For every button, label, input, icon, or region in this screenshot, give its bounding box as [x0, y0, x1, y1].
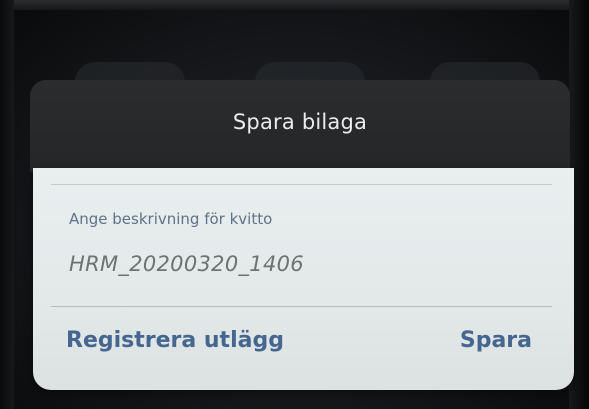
- phone-bezel-left: [0, 0, 14, 409]
- register-expense-button[interactable]: Registrera utlägg: [66, 328, 284, 353]
- phone-screen: Spara bilaga Ange beskrivning för kvitto…: [0, 0, 589, 409]
- divider: [51, 184, 552, 185]
- phone-bezel-top: [0, 0, 589, 10]
- description-field-label: Ange beskrivning för kvitto: [69, 210, 273, 228]
- dialog-header: Spara bilaga: [30, 80, 570, 172]
- input-underline: [51, 306, 552, 307]
- description-input[interactable]: HRM_20200320_1406: [69, 252, 489, 276]
- save-button[interactable]: Spara: [460, 328, 532, 353]
- dialog-body: Ange beskrivning för kvitto HRM_20200320…: [33, 168, 574, 390]
- dialog-title: Spara bilaga: [232, 110, 368, 134]
